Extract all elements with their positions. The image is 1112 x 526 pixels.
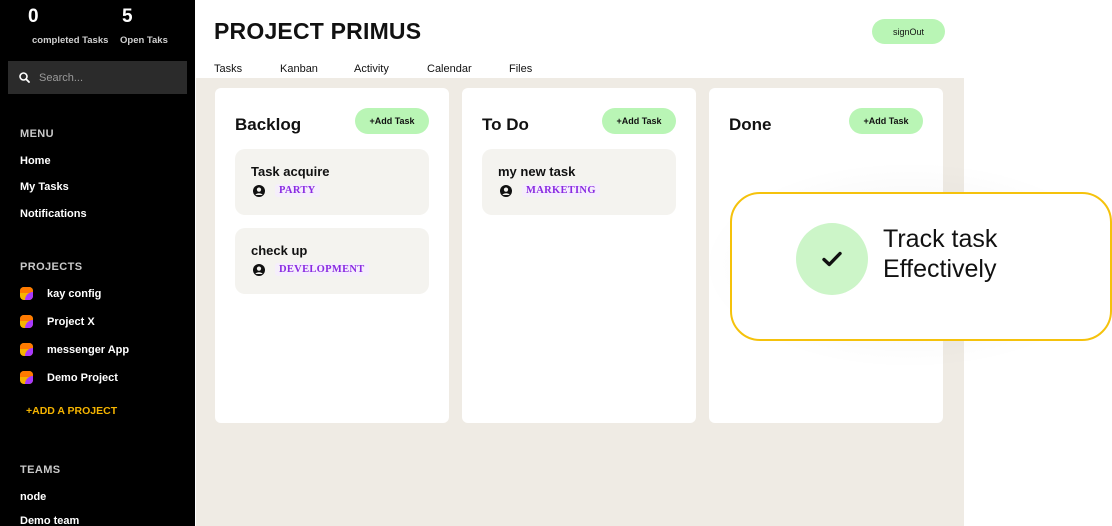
search-box[interactable] [8, 61, 187, 94]
sidebar-item-my-tasks[interactable]: My Tasks [20, 181, 69, 193]
tab-activity[interactable]: Activity [354, 63, 389, 75]
project-item-label: kay config [47, 287, 102, 300]
user-avatar-icon [500, 184, 512, 197]
task-stats: 0 completed Tasks 5 Open Taks [0, 6, 195, 50]
sign-out-button[interactable]: signOut [872, 19, 945, 44]
project-item-kay-config[interactable]: kay config [20, 287, 101, 300]
callout-text: Track task Effectively [883, 224, 997, 284]
task-card-meta: DEVELOPMENT [253, 263, 369, 276]
column-backlog: Backlog +Add Task Task acquire PARTY che… [215, 88, 449, 423]
tab-calendar[interactable]: Calendar [427, 63, 472, 75]
project-item-project-x[interactable]: Project X [20, 315, 95, 328]
task-card-meta: PARTY [253, 184, 320, 197]
page-title: PROJECT PRIMUS [214, 18, 422, 44]
completed-tasks-stat: 0 completed Tasks [28, 6, 108, 46]
team-item-node[interactable]: node [20, 491, 46, 503]
completed-tasks-count: 0 [28, 6, 39, 27]
user-avatar-icon [253, 184, 265, 197]
projects-section-title: PROJECTS [20, 261, 83, 273]
task-card[interactable]: my new task MARKETING [482, 149, 676, 215]
task-tag: PARTY [275, 184, 320, 197]
open-tasks-count: 5 [122, 6, 133, 27]
add-task-button[interactable]: +Add Task [602, 108, 676, 134]
task-card-title: Task acquire [251, 164, 330, 179]
project-logo-icon [20, 315, 33, 328]
task-card[interactable]: check up DEVELOPMENT [235, 228, 429, 294]
feature-callout: Track task Effectively [730, 192, 1112, 341]
open-tasks-label: Open Taks [120, 35, 168, 46]
team-item-demo-team[interactable]: Demo team [20, 515, 79, 526]
task-card-title: my new task [498, 164, 576, 179]
project-item-label: messenger App [47, 343, 130, 356]
tab-kanban[interactable]: Kanban [280, 63, 318, 75]
sidebar-item-notifications[interactable]: Notifications [20, 208, 87, 220]
sidebar: 0 completed Tasks 5 Open Taks MENU Home … [0, 0, 195, 526]
project-logo-icon [20, 343, 33, 356]
add-project-button[interactable]: +ADD A PROJECT [26, 405, 117, 417]
column-title: Backlog [235, 115, 302, 134]
checkmark-icon [796, 223, 868, 295]
add-task-button[interactable]: +Add Task [849, 108, 923, 134]
add-task-button[interactable]: +Add Task [355, 108, 429, 134]
user-avatar-icon [253, 263, 265, 276]
search-input[interactable] [39, 71, 179, 84]
task-card-meta: MARKETING [500, 184, 600, 197]
project-item-demo-project[interactable]: Demo Project [20, 371, 118, 384]
task-card-title: check up [251, 243, 308, 258]
task-card[interactable]: Task acquire PARTY [235, 149, 429, 215]
teams-section-title: TEAMS [20, 464, 61, 476]
menu-section-title: MENU [20, 128, 54, 140]
task-tag: DEVELOPMENT [275, 263, 369, 276]
project-logo-icon [20, 371, 33, 384]
completed-tasks-label: completed Tasks [32, 35, 109, 46]
search-icon [19, 72, 30, 83]
open-tasks-stat: 5 Open Taks [120, 6, 168, 46]
project-logo-icon [20, 287, 33, 300]
task-tag: MARKETING [522, 184, 600, 197]
sidebar-item-home[interactable]: Home [20, 155, 51, 167]
tab-files[interactable]: Files [509, 63, 532, 75]
tab-tasks[interactable]: Tasks [214, 63, 242, 75]
column-todo: To Do +Add Task my new task MARKETING [462, 88, 696, 423]
column-title: Done [729, 115, 772, 134]
project-item-label: Project X [47, 315, 95, 328]
column-title: To Do [482, 115, 529, 134]
project-item-label: Demo Project [47, 371, 118, 384]
callout-line-1: Track task [883, 225, 998, 253]
project-item-messenger-app[interactable]: messenger App [20, 343, 129, 356]
callout-line-2: Effectively [883, 255, 997, 283]
